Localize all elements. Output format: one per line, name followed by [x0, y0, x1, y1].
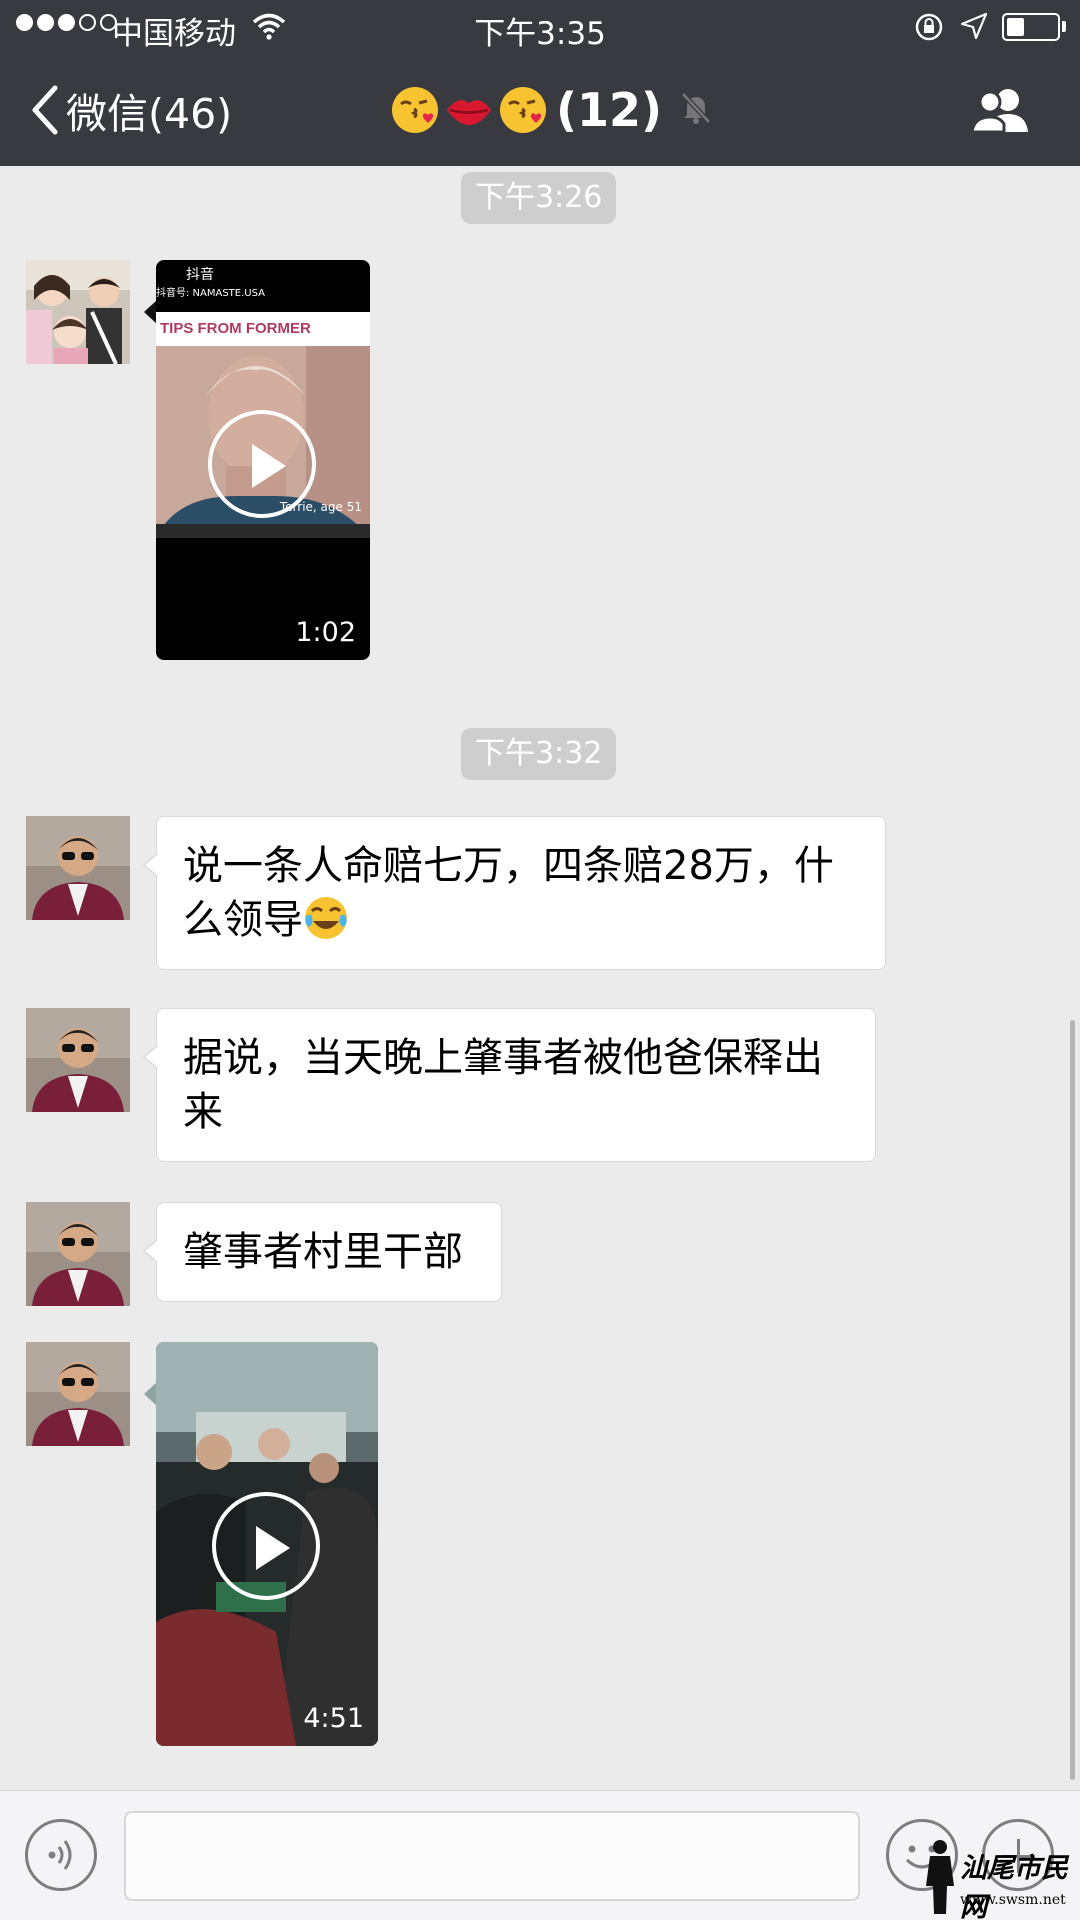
back-button[interactable]: 微信(46)	[30, 80, 232, 140]
message-input[interactable]	[124, 1811, 860, 1901]
watermark-figure-icon	[926, 1840, 954, 1914]
chevron-left-icon	[32, 85, 58, 135]
tiktok-logo: 抖音	[186, 267, 214, 283]
kissing-face-emoji	[390, 85, 440, 135]
video-duration: 1:02	[295, 617, 356, 648]
crying-laughing-emoji	[303, 895, 349, 941]
navigation-bar: 微信(46) (12)	[0, 54, 1080, 166]
video-message[interactable]: 抖音 抖音号: NAMASTE.USA TIPS FROM FORMER SMO…	[156, 260, 370, 660]
video-message[interactable]: 4:51	[156, 1342, 378, 1746]
member-count: (12)	[556, 83, 663, 137]
family-photo-avatar	[26, 260, 130, 364]
lips-emoji	[444, 85, 494, 135]
status-bar: 中国移动 下午3:35	[0, 0, 1080, 54]
chat-title: (12)	[390, 80, 712, 140]
battery-level	[1007, 18, 1024, 36]
location-icon	[960, 12, 988, 48]
message-bubble[interactable]: 据说，当天晚上肇事者被他爸保释出来	[143, 1008, 876, 1162]
scrollbar[interactable]	[1070, 1020, 1075, 1780]
play-icon[interactable]	[208, 410, 316, 518]
message-bubble[interactable]: 说一条人命赔七万，四条赔28万，什么领导	[143, 816, 886, 970]
avatar[interactable]	[26, 1202, 130, 1306]
tiktok-account: 抖音号: NAMASTE.USA	[156, 288, 265, 299]
play-icon[interactable]	[212, 1492, 320, 1600]
man-in-suit-avatar	[26, 816, 130, 920]
watermark-url: www.swsm.net	[960, 1892, 1066, 1908]
chat-area[interactable]: 下午3:26 抖音 抖音号: NAMASTE.USA TIPS FROM FOR…	[0, 166, 1080, 1790]
watermark: 汕尾市民网 www.swsm.net	[918, 1834, 1078, 1920]
timestamp: 下午3:32	[461, 728, 617, 780]
message-bubble[interactable]: 肇事者村里干部	[143, 1202, 502, 1302]
man-in-suit-avatar	[26, 1008, 130, 1112]
video-banner: TIPS FROM FORMER SMOKER	[156, 312, 370, 371]
rotation-lock-icon	[914, 12, 944, 50]
voice-button[interactable]	[25, 1819, 97, 1891]
top-bar: 中国移动 下午3:35 微信(46) (12)	[0, 0, 1080, 166]
message-text: 据说，当天晚上肇事者被他爸保释出来	[183, 1035, 823, 1135]
battery-icon	[1002, 13, 1060, 41]
avatar[interactable]	[26, 260, 130, 364]
message-text: 肇事者村里干部	[183, 1229, 463, 1275]
group-members-icon	[970, 89, 1028, 134]
video-duration: 4:51	[303, 1703, 364, 1734]
message-text: 说一条人命赔七万，四条赔28万，什么领导	[183, 843, 834, 943]
avatar[interactable]	[26, 1342, 130, 1446]
kissing-face-emoji	[498, 85, 548, 135]
group-members-button[interactable]	[970, 86, 1034, 138]
watermark-text: 汕尾市民网	[960, 1853, 1068, 1920]
battery-tip	[1062, 21, 1066, 32]
voice-input-icon	[48, 1840, 72, 1870]
back-label: 微信(46)	[66, 90, 233, 138]
man-in-suit-avatar	[26, 1202, 130, 1306]
timestamp: 下午3:26	[461, 172, 617, 224]
man-in-suit-avatar	[26, 1342, 130, 1446]
bell-muted-icon	[680, 91, 712, 129]
avatar[interactable]	[26, 1008, 130, 1112]
avatar[interactable]	[26, 816, 130, 920]
